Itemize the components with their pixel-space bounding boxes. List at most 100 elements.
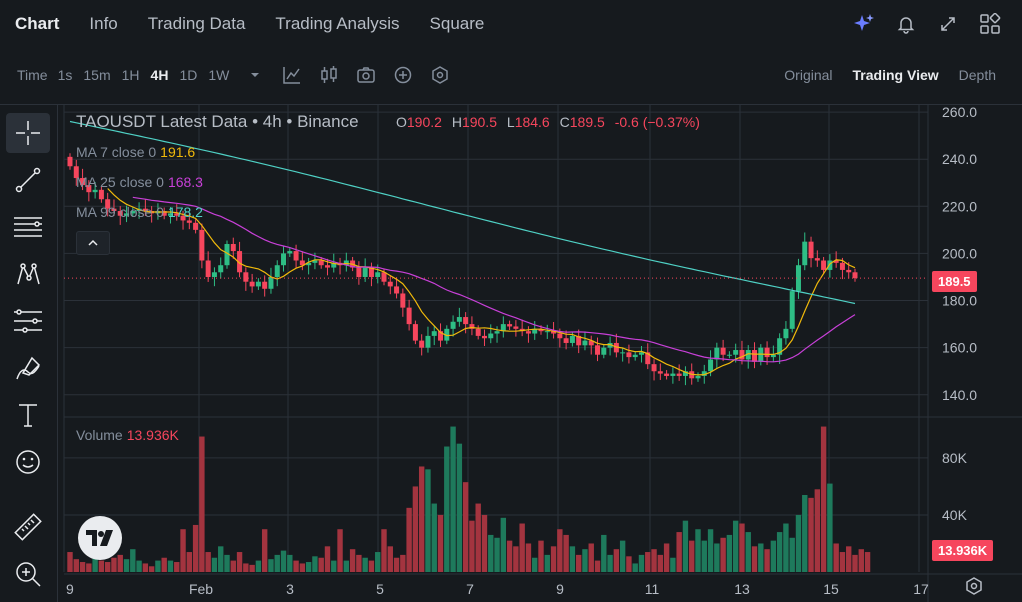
volume-bar — [98, 560, 105, 572]
volume-bar — [638, 554, 645, 572]
candle-body — [595, 345, 601, 355]
time-tick-label: 7 — [466, 581, 474, 597]
volume-bar — [745, 532, 751, 572]
volume-bar — [343, 560, 350, 572]
volume-bar — [550, 546, 557, 572]
time-tick-label: 17 — [913, 581, 929, 597]
volume-bar — [582, 549, 588, 572]
high-value: 190.5 — [461, 114, 497, 130]
open-value: 190.2 — [406, 114, 442, 130]
chart-settings-icon[interactable] — [964, 576, 984, 596]
ma99-label: MA 99 close 0 — [76, 204, 164, 220]
high-label: H — [451, 114, 462, 130]
volume-bar — [820, 426, 827, 572]
volume-bar — [375, 552, 381, 572]
legend-separator: • — [252, 112, 259, 131]
volume-bar — [393, 557, 400, 572]
candle-body — [450, 321, 456, 329]
candle-body — [494, 331, 500, 334]
candle-body — [186, 220, 192, 223]
volume-bar — [255, 560, 262, 572]
ma99-value: 178.2 — [167, 204, 203, 220]
volume-bar — [230, 560, 236, 572]
volume-bar — [412, 486, 419, 572]
candle-body — [287, 251, 293, 254]
volume-bar — [569, 546, 576, 572]
candle-body — [846, 269, 852, 273]
volume-bar — [224, 554, 230, 572]
candle-body — [601, 347, 607, 355]
candle-body — [733, 350, 739, 355]
candle-body — [525, 331, 531, 334]
volume-bar — [563, 534, 569, 572]
candle-body — [98, 189, 104, 200]
volume-bar — [450, 426, 456, 572]
candle-body — [557, 333, 563, 339]
candle-body — [268, 276, 274, 289]
volume-bar — [720, 537, 726, 572]
candle-body — [456, 317, 462, 322]
volume-bar — [356, 554, 362, 572]
open-label: O — [396, 114, 407, 130]
candle-body — [821, 260, 827, 270]
volume-bar — [299, 563, 306, 572]
volume-bar — [337, 529, 343, 572]
price-tick-label: 260.0 — [942, 104, 977, 120]
candle-body — [67, 156, 73, 167]
volume-bar — [318, 557, 324, 572]
candle-body — [375, 272, 381, 277]
candle-body — [664, 373, 670, 376]
volume-bar — [714, 543, 720, 572]
change-value: -0.6 (−0.37%) — [614, 114, 700, 130]
volume-bar — [236, 552, 243, 572]
legend-exchange: Binance — [297, 112, 359, 131]
volume-bar — [312, 556, 318, 572]
candle-body — [255, 281, 261, 287]
volume-bar — [764, 549, 770, 572]
candle-body — [356, 267, 362, 277]
chevron-up-icon — [88, 239, 98, 246]
candle-body — [676, 373, 682, 376]
volume-bar — [324, 546, 331, 572]
volume-bar — [670, 557, 676, 572]
ma25-legend: MA 25 close 0 168.3 — [76, 174, 203, 190]
volume-bar — [613, 549, 620, 572]
volume-bar — [776, 532, 783, 572]
time-tick-label: 5 — [376, 581, 384, 597]
volume-label: Volume — [76, 427, 123, 443]
pair-name: TAOUSDT Latest Data — [76, 112, 248, 131]
volume-bar — [123, 559, 130, 572]
volume-bar — [305, 562, 312, 572]
time-tick-label: 13 — [734, 581, 750, 597]
legend-collapse-button[interactable] — [76, 231, 110, 255]
volume-bar — [469, 520, 475, 572]
volume-bar — [180, 529, 186, 572]
volume-bar — [532, 557, 538, 572]
volume-bar — [651, 549, 657, 572]
candle-body — [318, 260, 324, 266]
candle-body — [400, 293, 406, 308]
volume-bar — [544, 554, 550, 572]
volume-bar — [111, 557, 117, 572]
candle-body — [839, 262, 845, 270]
volume-bar — [864, 552, 871, 572]
candle-body — [770, 354, 776, 358]
volume-bar — [732, 520, 739, 572]
candle-body — [281, 253, 287, 266]
volume-bar — [444, 446, 450, 572]
candle-body — [620, 352, 626, 354]
volume-bar — [174, 562, 180, 572]
ma99-legend: MA 99 close 0 178.2 — [76, 204, 203, 220]
candle-body — [249, 281, 255, 287]
time-tick-label: 9 — [66, 581, 74, 597]
volume-bar — [368, 560, 375, 572]
price-chart[interactable]: 260.0 240.0 220.0 200.0 180.0 160.0 140.0 80K 40… — [0, 0, 1022, 602]
time-tick-label: 3 — [286, 581, 294, 597]
volume-bar — [104, 562, 111, 572]
volume-bar — [218, 546, 224, 572]
candle-body — [789, 291, 795, 329]
candle-body — [274, 265, 280, 277]
volume-bar — [645, 552, 651, 572]
tradingview-logo[interactable] — [78, 516, 122, 560]
close-value: 189.5 — [569, 114, 605, 130]
